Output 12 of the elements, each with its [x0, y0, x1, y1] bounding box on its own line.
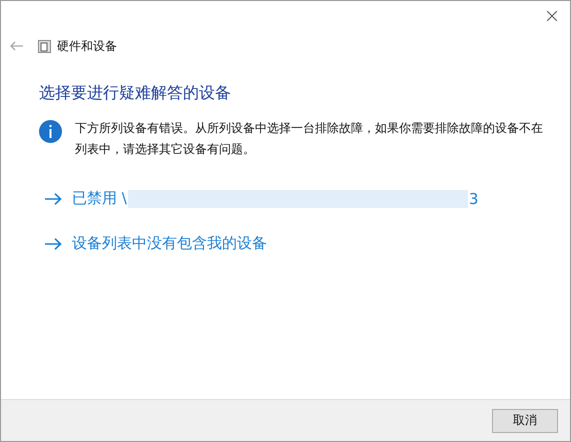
window-title: 硬件和设备 [57, 38, 117, 54]
page-heading: 选择要进行疑难解答的设备 [39, 83, 232, 104]
info-icon [39, 120, 62, 143]
troubleshoot-link[interactable]: 设备列表中没有包含我的设备 [72, 234, 267, 253]
device-icon [38, 40, 51, 52]
troubleshoot-link[interactable]: 已禁用 \ [72, 189, 127, 208]
arrow-icon [45, 192, 62, 204]
cancel-button[interactable]: 取消 [492, 408, 558, 432]
info-text: 下方所列设备有错误。从所列设备中选择一台排除故障，如果你需要排除故障的设备不在列表中，请选择其它设备有问题。 [75, 120, 544, 158]
close-icon[interactable] [547, 11, 557, 21]
arrow-icon [45, 238, 62, 250]
link-text[interactable]: 3 [468, 190, 478, 208]
